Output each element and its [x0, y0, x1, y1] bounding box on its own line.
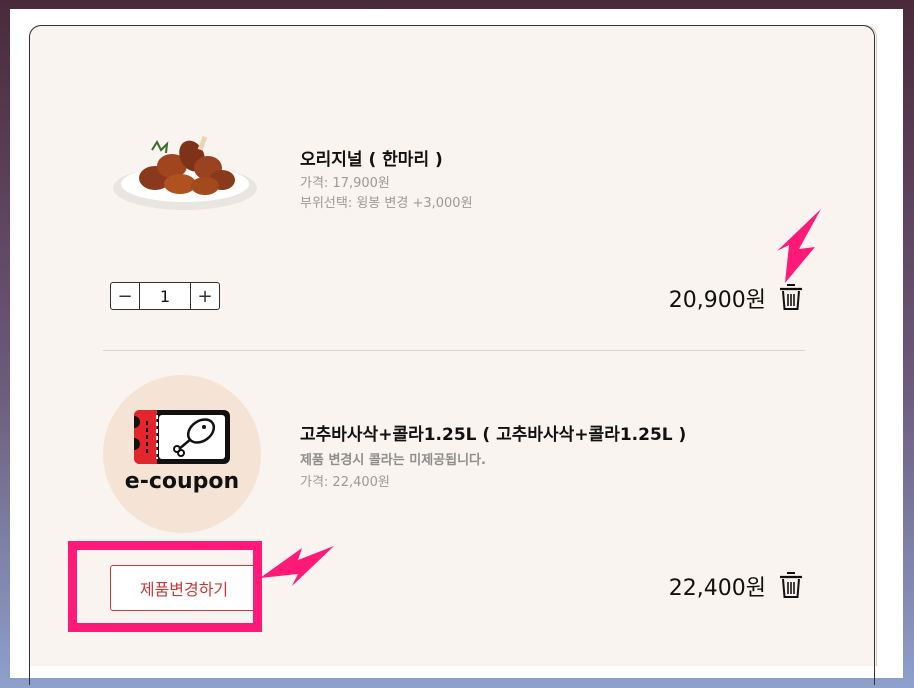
coupon-label: e-coupon	[124, 469, 240, 494]
change-product-button[interactable]: 제품변경하기	[110, 565, 258, 611]
trash-icon[interactable]	[778, 282, 804, 312]
product-price-detail: 가격: 17,900원	[300, 176, 390, 191]
product-name: 고추바사삭+콜라1.25L ( 고추바사삭+콜라1.25L )	[300, 425, 687, 445]
quantity-value[interactable]: 1	[139, 283, 191, 309]
product-option-detail: 부위선택: 윙봉 변경 +3,000원	[300, 196, 473, 211]
increase-button[interactable]: +	[191, 283, 219, 309]
item-divider	[103, 350, 805, 351]
cart-panel: 오리지널 ( 한마리 ) 가격: 17,900원 부위선택: 윙봉 변경 +3,…	[29, 25, 877, 666]
product-image-chicken	[110, 126, 260, 221]
minus-icon: −	[117, 285, 133, 307]
product-notice: 제품 변경시 콜라는 미제공됩니다.	[300, 453, 486, 468]
product-image-e-coupon: e-coupon	[103, 375, 261, 533]
item-total-price: 22,400원	[668, 576, 766, 601]
plus-icon: +	[197, 285, 213, 307]
quantity-stepper: − 1 +	[110, 282, 220, 310]
item-total-price: 20,900원	[668, 288, 766, 313]
trash-icon[interactable]	[778, 570, 804, 600]
product-name: 오리지널 ( 한마리 )	[300, 150, 443, 170]
decrease-button[interactable]: −	[111, 283, 139, 309]
product-price-detail: 가격: 22,400원	[300, 475, 390, 490]
